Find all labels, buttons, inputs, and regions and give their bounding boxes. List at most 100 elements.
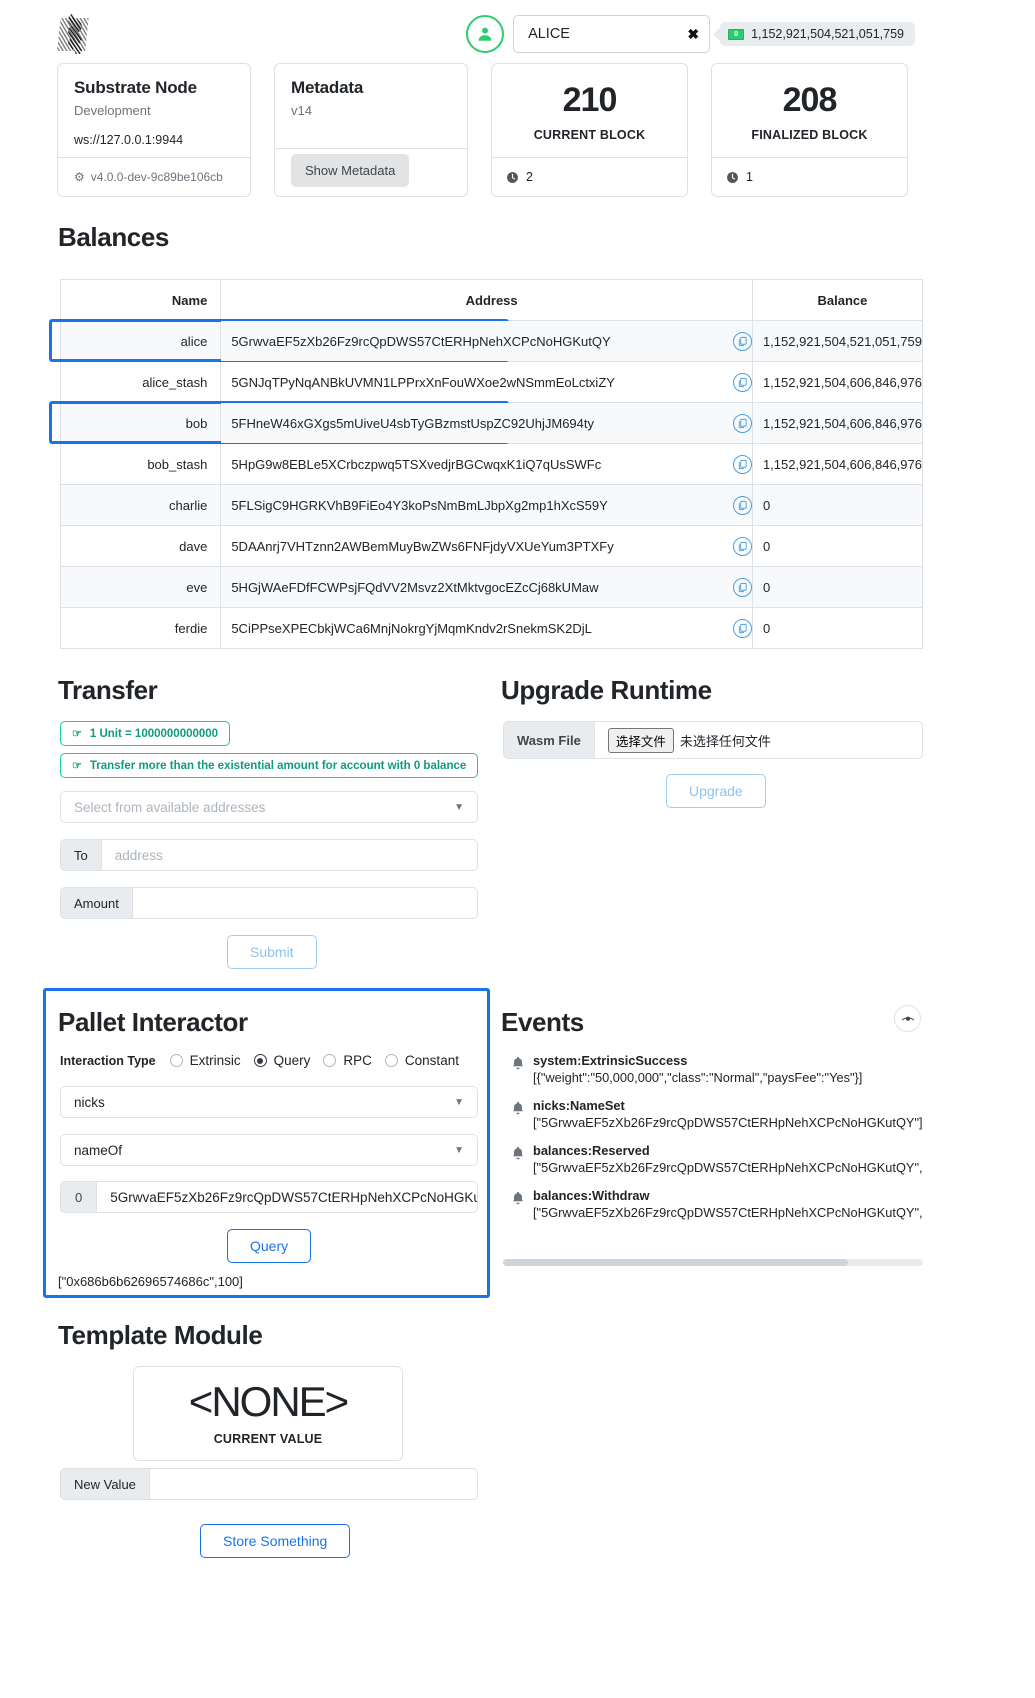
unit-hint: ☞ 1 Unit = 1000000000000 [60,721,231,746]
cell-name: alice_stash [59,361,222,403]
radio-constant[interactable]: Constant [384,1053,459,1068]
radio-icon[interactable] [169,1054,183,1067]
cell-balance: 0 [751,484,924,526]
event-data: [{"weight":"50,000,000","class":"Normal"… [533,1070,863,1085]
clear-events-icon[interactable] [894,1005,921,1032]
radio-extrinsic[interactable]: Extrinsic [169,1053,241,1068]
cell-name: eve [59,566,222,608]
pointing-hand-icon: ☞ [72,728,82,740]
bell-icon [503,1053,533,1085]
cell-name: dave [59,525,222,567]
address-text: 5FLSigC9HGRKVhB9FiEo4Y3koPsNmBmLJbpXg2mp… [231,497,608,513]
cell-name: bob [49,401,509,444]
argument-input[interactable]: 5GrwvaEF5zXb26Fz9rcQpDWS57CtERHpNehXCPcN… [96,1181,478,1213]
balances-table-body: alice 5GrwvaEF5zXb26Fz9rcQpDWS57CtERHpNeh… [49,319,924,649]
copy-address-icon[interactable] [732,372,752,392]
table-row: bob_stash 5HpG9w8EBLe5XCrbczpwq5TSXvedjrB… [59,443,924,485]
clear-account-icon[interactable]: ✖ [687,26,699,43]
amount-label: Amount [60,887,132,919]
choose-file-button[interactable]: 选择文件 [607,727,674,753]
finalized-block-card: 208 FINALIZED BLOCK 1 [711,63,908,197]
current-value-card: <NONE> CURRENT VALUE [133,1366,403,1461]
app-root: ALICE ✖ 0 1,152,921,504,521,051,759 Subs… [0,0,1035,1698]
pallet-select-value: nicks [74,1094,105,1110]
current-block-card: 210 CURRENT BLOCK 2 [491,63,688,197]
file-status-text: 未选择任何文件 [679,733,771,749]
call-select[interactable]: nameOf ▼ [60,1134,478,1166]
address-text: 5GNJqTPyNqANBkUVMN1LPPrxXnFouWXoe2wNSmmE… [231,374,615,390]
cell-name: alice [49,319,509,362]
show-metadata-button[interactable]: Show Metadata [291,154,410,187]
amount-input[interactable] [131,887,478,919]
cell-address: 5FHneW46xGXgs5mUiveU4sbTyGBzmstUspZC92Uh… [220,402,753,444]
account-avatar-icon[interactable] [466,15,505,53]
radio-rpc[interactable]: RPC [323,1053,372,1068]
store-something-button[interactable]: Store Something [200,1524,351,1558]
account-balance-value: 1,152,921,504,521,051,759 [751,27,904,41]
money-icon: 0 [728,28,745,40]
cell-address: 5FLSigC9HGRKVhB9FiEo4Y3koPsNmBmLJbpXg2mp… [220,484,753,526]
new-value-input[interactable] [148,1468,478,1500]
event-title: balances:Reserved [533,1143,650,1158]
copy-address-icon[interactable] [732,577,752,597]
query-argument-group: 0 5GrwvaEF5zXb26Fz9rcQpDWS57CtERHpNehXCP… [60,1181,478,1213]
table-row: charlie 5FLSigC9HGRKVhB9FiEo4Y3koPsNmBmLJ… [59,484,924,526]
column-header-address: Address [220,279,753,321]
radio-query[interactable]: Query [253,1053,310,1068]
wasm-file-label: Wasm File [503,721,594,759]
metadata-card-title: Metadata [291,78,364,97]
copy-address-icon[interactable] [732,618,752,638]
address-text: 5DAAnrj7VHTznn2AWBemMuyBwZWs6FNFjdyVXUeY… [231,538,614,554]
cell-balance: 0 [751,525,924,567]
new-value-group: New Value [60,1468,478,1500]
to-label: To [60,839,101,871]
cell-balance: 1,152,921,504,606,846,976 [751,402,924,444]
current-block-label: CURRENT BLOCK [533,128,646,142]
copy-address-icon[interactable] [732,331,752,351]
copy-address-icon[interactable] [732,495,752,515]
current-block-time: 2 [526,170,533,184]
cell-address: 5HGjWAeFDfFCWPsjFQdVV2Msvz2XtMktvgocEZcC… [220,566,753,608]
column-header-name: Name [59,279,222,321]
metadata-version: v14 [291,103,312,118]
table-row: alice_stash 5GNJqTPyNqANBkUVMN1LPPrxXnFou… [59,361,924,403]
events-horizontal-scrollbar[interactable] [503,1259,923,1266]
cell-address: 5DAAnrj7VHTznn2AWBemMuyBwZWs6FNFjdyVXUeY… [220,525,753,567]
copy-address-icon[interactable] [732,536,752,556]
copy-address-icon[interactable] [732,454,752,474]
gear-icon: ⚙ [74,170,85,184]
current-block-number: 210 [562,81,618,119]
pallet-select[interactable]: nicks ▼ [60,1086,478,1118]
address-text: 5CiPPseXPECbkjWCa6MnjNokrgYjMqmKndv2rSne… [231,620,592,636]
cell-name: bob_stash [59,443,222,485]
interaction-type-radios: Extrinsic Query RPC Constant [169,1053,472,1068]
cell-name: charlie [59,484,222,526]
summary-cards: Substrate Node Development ws://127.0.0.… [0,63,1035,197]
existential-hint-text: Transfer more than the existential amoun… [89,759,467,772]
account-value: ALICE [528,26,570,42]
wasm-file-input[interactable]: 选择文件 未选择任何文件 [593,721,923,759]
scrollbar-thumb[interactable] [503,1259,848,1266]
radio-label: Extrinsic [189,1053,241,1068]
balances-table: Name Address Balance alice 5GrwvaEF5zXb26… [49,279,924,649]
radio-icon[interactable] [253,1054,267,1067]
bell-icon [503,1188,533,1220]
event-data: ["5GrwvaEF5zXb26Fz9rcQpDWS57CtERHpNehXCP… [533,1115,923,1130]
cell-balance: 1,152,921,504,606,846,976 [751,443,924,485]
bell-icon [503,1098,533,1130]
account-select-input[interactable]: ALICE ✖ [513,15,711,53]
copy-address-icon[interactable] [732,413,752,433]
radio-label: Constant [404,1053,459,1068]
to-address-input[interactable]: address [100,839,478,871]
radio-icon[interactable] [323,1054,337,1067]
from-address-select[interactable]: Select from available addresses ▼ [60,791,478,823]
pointing-hand-icon: ☞ [72,760,82,772]
table-row: ferdie 5CiPPseXPECbkjWCa6MnjNokrgYjMqmKnd… [59,607,924,649]
cell-address: 5GrwvaEF5zXb26Fz9rcQpDWS57CtERHpNehXCPcN… [220,320,753,362]
query-button[interactable]: Query [227,1229,312,1263]
transfer-submit-button[interactable]: Submit [227,935,317,969]
radio-label: RPC [343,1053,372,1068]
upgrade-button[interactable]: Upgrade [666,774,766,808]
radio-icon[interactable] [384,1054,398,1067]
upgrade-runtime-heading: Upgrade Runtime [501,675,712,705]
